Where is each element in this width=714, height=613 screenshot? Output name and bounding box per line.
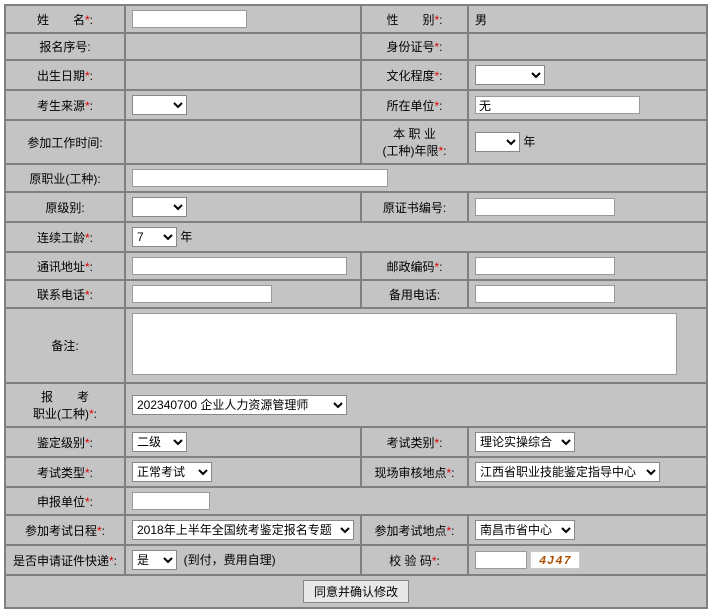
label-regno: 报名序号: — [6, 34, 124, 59]
field-origjob — [126, 165, 706, 191]
label-examtype: 考试类型*: — [6, 458, 124, 486]
label-gender: 性 别*: — [362, 6, 467, 32]
edu-select[interactable] — [475, 65, 545, 85]
examcat-select[interactable]: 理论实操综合 — [475, 432, 575, 452]
field-examtype: 正常考试 — [126, 458, 360, 486]
altphone-input[interactable] — [475, 285, 615, 303]
year-unit: 年 — [523, 135, 535, 149]
label-examjob: 报 考职业(工种)*: — [6, 384, 124, 426]
field-examjob: 202340700 企业人力资源管理师 — [126, 384, 706, 426]
label-workstart: 参加工作时间: — [6, 121, 124, 163]
field-altphone — [469, 281, 706, 307]
field-jobyears: 年 — [469, 121, 706, 163]
label-employer: 所在单位*: — [362, 91, 467, 119]
contyears-select[interactable]: 7 — [132, 227, 177, 247]
field-address — [126, 253, 360, 279]
field-express: 是 (到付，费用自理) — [126, 546, 360, 574]
express-note: (到付，费用自理) — [184, 553, 276, 567]
label-idno: 身份证号*: — [362, 34, 467, 59]
origlevel-select[interactable] — [132, 197, 187, 217]
field-examcat: 理论实操综合 — [469, 428, 706, 456]
examsched-select[interactable]: 2018年上半年全国统考鉴定报名专题 — [132, 520, 354, 540]
field-reviewsite: 江西省职业技能鉴定指导中心 — [469, 458, 706, 486]
origjob-input[interactable] — [132, 169, 388, 187]
label-postcode: 邮政编码*: — [362, 253, 467, 279]
label-origlevel: 原级别: — [6, 193, 124, 221]
express-select[interactable]: 是 — [132, 550, 177, 570]
examtype-select[interactable]: 正常考试 — [132, 462, 212, 482]
field-phone — [126, 281, 360, 307]
gender-value: 男 — [475, 13, 487, 27]
remark-textarea[interactable] — [132, 313, 677, 375]
label-origcertno: 原证书编号: — [362, 193, 467, 221]
label-altphone: 备用电话: — [362, 281, 467, 307]
address-input[interactable] — [132, 257, 347, 275]
examsite-select[interactable]: 南昌市省中心 — [475, 520, 575, 540]
field-examsched: 2018年上半年全国统考鉴定报名专题 — [126, 516, 360, 544]
registration-form: 姓 名*: 性 别*: 男 报名序号: 身份证号*: 出生日期*: 文化程度*:… — [4, 4, 708, 609]
field-postcode — [469, 253, 706, 279]
submit-row: 同意并确认修改 — [6, 576, 706, 607]
postcode-input[interactable] — [475, 257, 615, 275]
field-remark — [126, 309, 706, 382]
applyorg-input[interactable] — [132, 492, 210, 510]
field-examlevel: 二级 — [126, 428, 360, 456]
field-examsite: 南昌市省中心 — [469, 516, 706, 544]
field-employer — [469, 91, 706, 119]
field-gender: 男 — [469, 6, 706, 32]
field-origcertno — [469, 193, 706, 221]
label-edu: 文化程度*: — [362, 61, 467, 89]
field-contyears: 7 年 — [126, 223, 706, 251]
field-applyorg — [126, 488, 706, 514]
label-examsite: 参加考试地点*: — [362, 516, 467, 544]
employer-input[interactable] — [475, 96, 640, 114]
label-examlevel: 鉴定级别*: — [6, 428, 124, 456]
label-examsched: 参加考试日程*: — [6, 516, 124, 544]
examjob-select[interactable]: 202340700 企业人力资源管理师 — [132, 395, 347, 415]
year-unit: 年 — [180, 230, 192, 244]
label-name: 姓 名*: — [6, 6, 124, 32]
field-regno — [126, 34, 360, 59]
label-phone: 联系电话*: — [6, 281, 124, 307]
field-birth — [126, 61, 360, 89]
field-origlevel — [126, 193, 360, 221]
label-captcha: 校 验 码*: — [362, 546, 467, 574]
reviewsite-select[interactable]: 江西省职业技能鉴定指导中心 — [475, 462, 660, 482]
label-birth: 出生日期*: — [6, 61, 124, 89]
captcha-input[interactable] — [475, 551, 527, 569]
examlevel-select[interactable]: 二级 — [132, 432, 187, 452]
field-source — [126, 91, 360, 119]
label-examcat: 考试类别*: — [362, 428, 467, 456]
field-edu — [469, 61, 706, 89]
label-contyears: 连续工龄*: — [6, 223, 124, 251]
source-select[interactable] — [132, 95, 187, 115]
field-captcha: 4J47 — [469, 546, 706, 574]
submit-button[interactable]: 同意并确认修改 — [303, 580, 409, 603]
field-workstart — [126, 121, 360, 163]
phone-input[interactable] — [132, 285, 272, 303]
name-input[interactable] — [132, 10, 247, 28]
label-remark: 备注: — [6, 309, 124, 382]
label-source: 考生来源*: — [6, 91, 124, 119]
label-address: 通讯地址*: — [6, 253, 124, 279]
label-origjob: 原职业(工种): — [6, 165, 124, 191]
label-express: 是否申请证件快递*: — [6, 546, 124, 574]
origcertno-input[interactable] — [475, 198, 615, 216]
label-jobyears: 本 职 业(工种)年限*: — [362, 121, 467, 163]
captcha-image[interactable]: 4J47 — [530, 551, 580, 569]
field-idno — [469, 34, 706, 59]
label-applyorg: 申报单位*: — [6, 488, 124, 514]
label-reviewsite: 现场审核地点*: — [362, 458, 467, 486]
field-name — [126, 6, 360, 32]
jobyears-select[interactable] — [475, 132, 520, 152]
